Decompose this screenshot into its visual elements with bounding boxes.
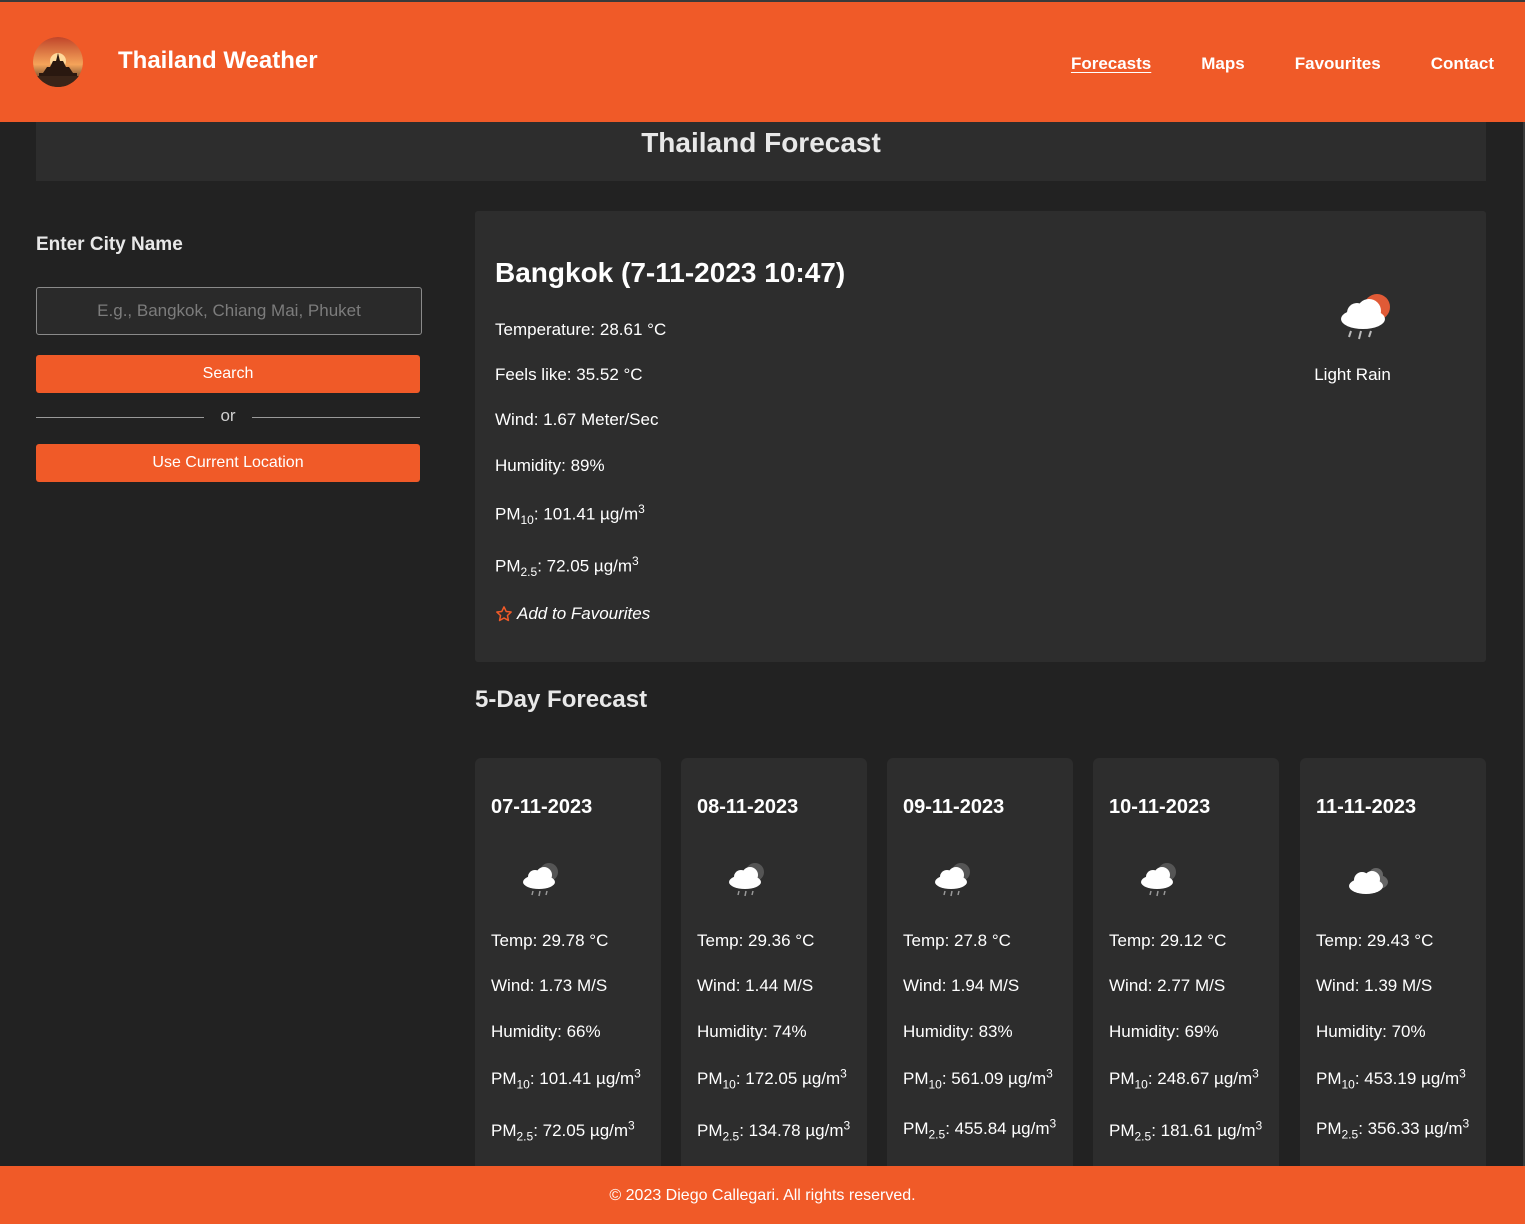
forecast-pm25: PM2.5: 455.84 µg/m3 (903, 1116, 1057, 1142)
forecast-pm25: PM2.5: 356.33 µg/m3 (1316, 1116, 1470, 1142)
rain-cloud-icon (935, 863, 970, 897)
light-rain-icon (1341, 294, 1390, 340)
use-current-location-button[interactable]: Use Current Location (36, 444, 420, 482)
forecast-humidity: Humidity: 83% (903, 1022, 1013, 1041)
forecast-date: 08-11-2023 (697, 796, 799, 818)
forecast-temp: Temp: 29.43 °C (1316, 931, 1434, 950)
forecast-card: 10-11-2023 Temp: 29.12 °C Wind: 2.77 M/S… (1093, 758, 1279, 1178)
current-weather-title: Bangkok (7-11-2023 10:47) (495, 257, 846, 288)
main-nav: Forecasts Maps Favourites Contact (1071, 54, 1494, 74)
forecast-date: 10-11-2023 (1109, 796, 1211, 818)
weather-description: Light Rain (1314, 365, 1391, 384)
brand-title[interactable]: Thailand Weather (118, 47, 318, 75)
nav-forecasts[interactable]: Forecasts (1071, 54, 1151, 74)
rain-cloud-icon (523, 863, 558, 897)
forecast-pm10: PM10: 248.67 µg/m3 (1109, 1066, 1259, 1092)
nav-contact[interactable]: Contact (1431, 54, 1494, 74)
site-footer: © 2023 Diego Callegari. All rights reser… (0, 1166, 1525, 1224)
rain-cloud-icon (729, 863, 764, 897)
star-outline-icon (496, 606, 512, 622)
add-to-favourites-button[interactable]: Add to Favourites (495, 604, 650, 624)
forecast-heading: 5-Day Forecast (475, 686, 648, 713)
forecast-humidity: Humidity: 74% (697, 1022, 807, 1041)
add-to-favourites-label: Add to Favourites (517, 604, 651, 623)
forecast-wind: Wind: 1.39 M/S (1316, 976, 1433, 995)
site-header: Thailand Weather Forecasts Maps Favourit… (0, 0, 1525, 122)
city-input-label: Enter City Name (36, 234, 183, 255)
current-pm25: PM2.5: 72.05 µg/m3 (495, 554, 639, 580)
forecast-wind: Wind: 1.73 M/S (491, 976, 608, 995)
forecast-date: 07-11-2023 (491, 796, 593, 818)
forecast-card: 09-11-2023 Temp: 27.8 °C Wind: 1.94 M/S … (887, 758, 1073, 1178)
forecast-pm10: PM10: 101.41 µg/m3 (491, 1066, 641, 1092)
forecast-wind: Wind: 2.77 M/S (1109, 976, 1226, 995)
forecast-wind: Wind: 1.94 M/S (903, 976, 1020, 995)
current-humidity: Humidity: 89% (495, 456, 605, 475)
page-title-band: Thailand Forecast (36, 122, 1486, 181)
forecast-pm25: PM2.5: 134.78 µg/m3 (697, 1118, 851, 1144)
forecast-pm10: PM10: 172.05 µg/m3 (697, 1066, 847, 1092)
forecast-temp: Temp: 29.78 °C (491, 931, 609, 950)
nav-maps[interactable]: Maps (1201, 54, 1244, 74)
forecast-temp: Temp: 29.36 °C (697, 931, 815, 950)
current-pm10: PM10: 101.41 µg/m3 (495, 502, 645, 528)
forecast-pm25: PM2.5: 72.05 µg/m3 (491, 1118, 635, 1144)
forecast-card: 07-11-2023 Temp: 29.78 °C Wind: 1.73 M/S… (475, 758, 661, 1178)
forecast-wind: Wind: 1.44 M/S (697, 976, 814, 995)
or-text: or (220, 406, 236, 425)
forecast-humidity: Humidity: 69% (1109, 1022, 1219, 1041)
cloud-icon (1349, 868, 1388, 894)
page-title: Thailand Forecast (641, 127, 881, 158)
forecast-temp: Temp: 29.12 °C (1109, 931, 1227, 950)
current-temperature: Temperature: 28.61 °C (495, 320, 667, 339)
forecast-date: 11-11-2023 (1316, 796, 1417, 818)
current-weather-card: Bangkok (7-11-2023 10:47) Temperature: 2… (475, 211, 1486, 662)
forecast-pm25: PM2.5: 181.61 µg/m3 (1109, 1118, 1263, 1144)
forecast-pm10: PM10: 561.09 µg/m3 (903, 1066, 1053, 1092)
forecast-pm10: PM10: 453.19 µg/m3 (1316, 1066, 1466, 1092)
divider-line (252, 417, 420, 418)
or-divider: or (36, 406, 420, 428)
forecast-humidity: Humidity: 66% (491, 1022, 601, 1041)
forecast-humidity: Humidity: 70% (1316, 1022, 1426, 1041)
search-button[interactable]: Search (36, 355, 420, 393)
forecast-temp: Temp: 27.8 °C (903, 931, 1011, 950)
current-wind: Wind: 1.67 Meter/Sec (495, 410, 659, 429)
forecast-card: 08-11-2023 Temp: 29.36 °C Wind: 1.44 M/S… (681, 758, 867, 1178)
nav-favourites[interactable]: Favourites (1295, 54, 1381, 74)
forecast-date: 09-11-2023 (903, 796, 1005, 818)
forecast-card: 11-11-2023 Temp: 29.43 °C Wind: 1.39 M/S… (1300, 758, 1486, 1178)
logo-icon[interactable] (33, 37, 83, 87)
city-search-input[interactable] (36, 287, 422, 335)
rain-cloud-icon (1141, 863, 1176, 897)
current-feels-like: Feels like: 35.52 °C (495, 365, 643, 384)
